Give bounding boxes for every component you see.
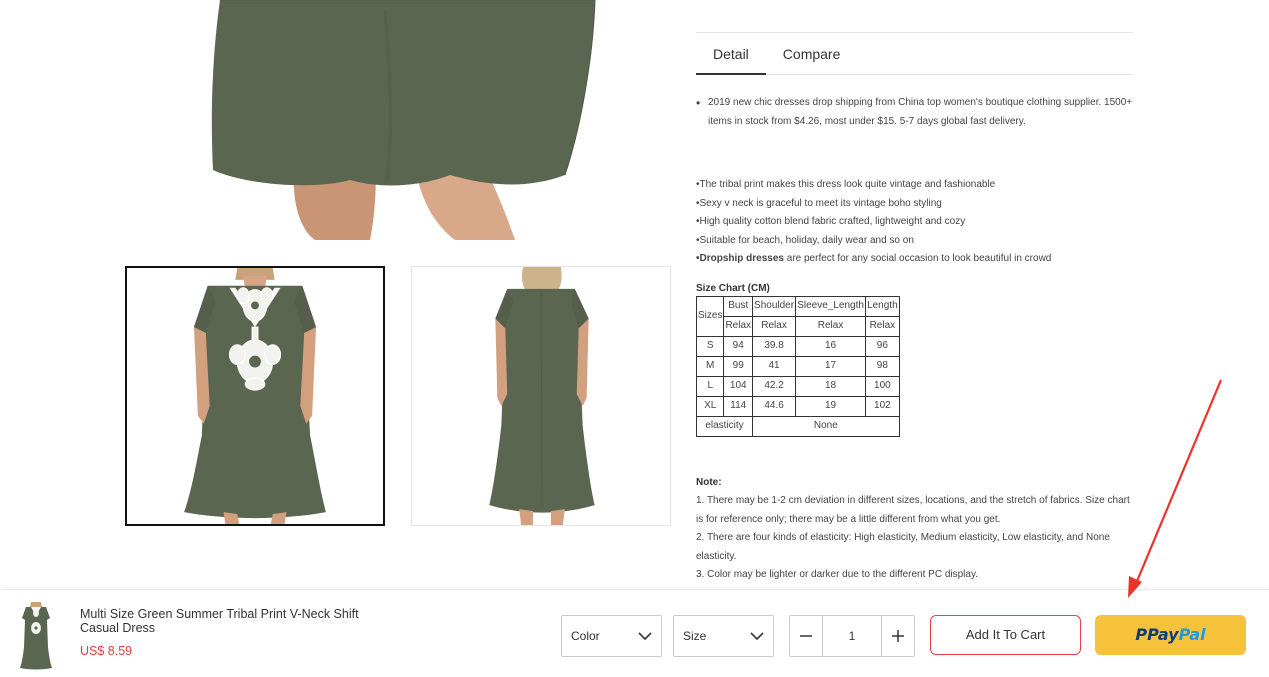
paypal-logo-icon: P xyxy=(1135,625,1148,644)
paypal-button[interactable]: PPayPal xyxy=(1095,615,1246,655)
table-cell: 17 xyxy=(795,355,867,377)
chevron-down-icon xyxy=(750,632,764,641)
table-cell: 41 xyxy=(752,355,797,377)
main-product-image xyxy=(125,0,670,240)
note-line: 2. There are four kinds of elasticity: H… xyxy=(696,532,1110,562)
column-header: Bust xyxy=(723,295,754,317)
table-cell: M xyxy=(695,355,725,377)
quantity-input[interactable]: 1 xyxy=(822,616,882,656)
tab-detail[interactable]: Detail xyxy=(696,33,766,75)
bullet-dot: • xyxy=(696,96,701,110)
quantity-decrease-button[interactable] xyxy=(790,616,822,656)
dropship-dresses-link[interactable]: •Dropship dresses xyxy=(696,253,784,264)
size-select-label: Size xyxy=(683,629,707,643)
table-cell: 42.2 xyxy=(752,375,797,397)
quantity-increase-button[interactable] xyxy=(882,616,914,656)
table-cell: 39.8 xyxy=(752,335,797,357)
dress-main-illustration xyxy=(211,0,596,240)
sticky-add-to-cart-bar: Multi Size Green Summer Tribal Print V-N… xyxy=(0,589,1269,677)
table-cell: 114 xyxy=(723,395,754,417)
add-to-cart-button[interactable]: Add It To Cart xyxy=(930,615,1081,655)
table-cell: 44.6 xyxy=(752,395,797,417)
paypal-logo-pal: Pal xyxy=(1178,625,1206,644)
table-cell: 98 xyxy=(865,355,900,377)
dress-back-illustration xyxy=(489,267,595,525)
size-chart-table: Sizes Bust Shoulder Sleeve_Length Length… xyxy=(695,295,900,437)
feature-item: •The tribal print makes this dress look … xyxy=(696,179,996,190)
feature-item-rest: are perfect for any social occasion to l… xyxy=(783,253,1052,264)
feature-item: •High quality cotton blend fabric crafte… xyxy=(696,216,966,227)
feature-item: •Suitable for beach, holiday, daily wear… xyxy=(696,234,914,246)
column-subheader: Relax xyxy=(795,315,867,337)
minus-icon xyxy=(800,635,812,637)
size-select[interactable]: Size xyxy=(673,615,774,657)
thumbnail-front[interactable] xyxy=(125,266,385,526)
thumbnail-back[interactable] xyxy=(411,266,671,526)
column-header: Sleeve_Length xyxy=(795,295,867,317)
table-cell: 94 xyxy=(723,335,754,357)
feature-item: •Sexy v neck is graceful to meet its vin… xyxy=(696,197,942,209)
description-intro: • 2019 new chic dresses drop shipping fr… xyxy=(696,94,1133,131)
table-cell: 18 xyxy=(795,375,867,397)
dress-front-illustration xyxy=(184,268,326,524)
bar-product-thumbnail[interactable] xyxy=(18,602,54,670)
bar-product-title: Multi Size Green Summer Tribal Print V-N… xyxy=(80,607,359,635)
product-detail-panel: Detail Compare • 2019 new chic dresses d… xyxy=(695,32,1133,585)
table-cell: 104 xyxy=(723,375,754,397)
paypal-logo-pay: Pay xyxy=(1147,625,1179,644)
table-cell: L xyxy=(695,375,725,397)
quantity-stepper: 1 xyxy=(789,615,915,657)
bar-product-price: US$ 8.59 xyxy=(80,644,133,658)
table-cell: 96 xyxy=(865,335,900,357)
column-subheader: Relax xyxy=(723,315,754,337)
intro-text: 2019 new chic dresses drop shipping from… xyxy=(708,97,1133,127)
note-line: 1. There may be 1-2 cm deviation in diff… xyxy=(696,495,1130,525)
table-cell: 100 xyxy=(865,375,900,397)
feature-item: •Dropship dresses are perfect for any so… xyxy=(696,250,1133,269)
table-cell: S xyxy=(695,335,725,357)
table-row: M 99 41 17 98 xyxy=(695,355,900,377)
elasticity-label: elasticity xyxy=(695,415,754,437)
tab-compare[interactable]: Compare xyxy=(766,33,858,74)
chevron-down-icon xyxy=(638,632,652,641)
table-row: L 104 42.2 18 100 xyxy=(695,375,900,397)
column-subheader: Relax xyxy=(865,315,900,337)
table-cell: 102 xyxy=(865,395,900,417)
feature-list: •The tribal print makes this dress look … xyxy=(696,176,1133,269)
note-line: 3. Color may be lighter or darker due to… xyxy=(696,569,978,580)
column-header: Shoulder xyxy=(752,295,797,317)
column-header: Length xyxy=(865,295,900,317)
table-cell: 19 xyxy=(795,395,867,417)
size-chart-title: Size Chart (CM) xyxy=(696,282,770,294)
note-title: Note: xyxy=(696,476,722,488)
table-cell: 99 xyxy=(723,355,754,377)
detail-tabs: Detail Compare xyxy=(696,32,1133,75)
color-select[interactable]: Color xyxy=(561,615,662,657)
table-cell: 16 xyxy=(795,335,867,357)
table-row: elasticity None xyxy=(695,415,900,437)
note-section: Note: 1. There may be 1-2 cm deviation i… xyxy=(696,474,1133,585)
table-row: XL 114 44.6 19 102 xyxy=(695,395,900,417)
plus-icon xyxy=(892,630,904,642)
table-cell: XL xyxy=(695,395,725,417)
elasticity-value: None xyxy=(752,415,900,437)
table-row: S 94 39.8 16 96 xyxy=(695,335,900,357)
size-header: Sizes xyxy=(695,295,725,337)
color-select-label: Color xyxy=(571,629,600,643)
column-subheader: Relax xyxy=(752,315,797,337)
